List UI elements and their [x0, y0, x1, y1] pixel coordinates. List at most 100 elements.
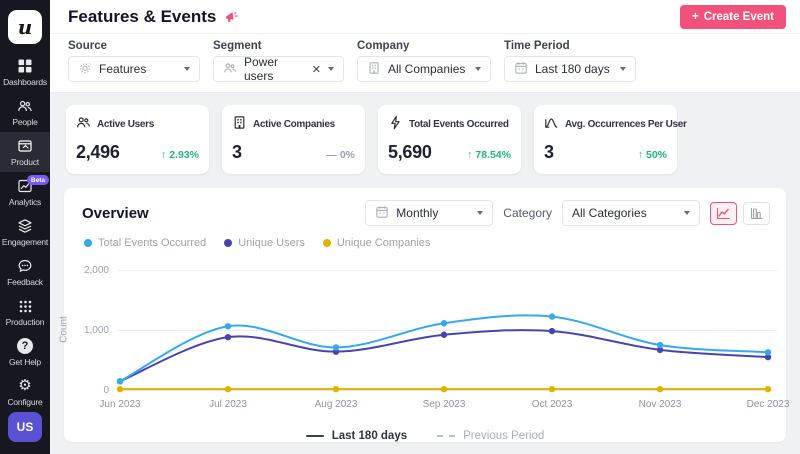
x-tick: Sep 2023	[423, 399, 466, 410]
calendar-icon	[375, 205, 389, 222]
main-content: Features & Events + Create Event Source …	[50, 0, 800, 454]
filter-time-period-label: Time Period	[504, 40, 636, 52]
legend-item-unique-users[interactable]: Unique Users	[224, 237, 305, 249]
chevron-down-icon	[477, 211, 483, 215]
configure-gear-icon: ⚙	[18, 378, 31, 394]
filter-segment: Segment Power users ✕	[213, 40, 344, 82]
legend-previous-period[interactable]: Previous Period	[437, 430, 544, 442]
clear-segment-icon[interactable]: ✕	[312, 63, 321, 76]
legend-item-total-events[interactable]: Total Events Occurred	[84, 237, 206, 249]
line-chart-toggle[interactable]	[710, 202, 737, 225]
sidebar-item-people[interactable]: People	[0, 92, 50, 132]
source-gear-icon	[78, 61, 92, 78]
user-avatar[interactable]: US	[8, 412, 42, 442]
legend-label: Previous Period	[463, 430, 544, 442]
legend-label: Total Events Occurred	[98, 237, 206, 249]
active-companies-icon	[232, 115, 247, 133]
kpi-label: Active Companies	[253, 119, 335, 130]
production-grid-icon	[18, 299, 33, 314]
sidebar-item-label: Feedback	[7, 277, 43, 287]
filter-segment-label: Segment	[213, 40, 344, 52]
kpi-label: Active Users	[97, 119, 154, 130]
dashed-line-icon	[437, 435, 455, 437]
chevron-down-icon	[620, 67, 626, 71]
kpi-label: Total Events Occurred	[409, 119, 509, 130]
solid-line-icon	[306, 435, 324, 437]
kpi-cards-row: Active Users 2,496 ↑2.93% Active Compani…	[50, 93, 800, 174]
sidebar-item-get-help[interactable]: ? Get Help	[0, 332, 50, 372]
kpi-card-active-companies: Active Companies 3 —0%	[222, 105, 365, 174]
sidebar-item-configure[interactable]: ⚙ Configure	[0, 372, 50, 412]
kpi-delta: ↑78.54%	[467, 149, 511, 161]
interval-dropdown[interactable]: Monthly	[365, 200, 493, 226]
sidebar-item-production[interactable]: Production	[0, 293, 50, 332]
sidebar-item-analytics[interactable]: Beta Analytics	[0, 172, 50, 212]
segment-value: Power users	[244, 55, 305, 83]
category-dropdown[interactable]: All Categories	[562, 200, 700, 226]
trend-flat-icon: —	[326, 149, 337, 161]
x-tick: Jul 2023	[209, 399, 247, 410]
segment-dropdown[interactable]: Power users ✕	[213, 56, 344, 82]
engagement-layers-icon	[17, 218, 33, 234]
legend-label: Unique Users	[238, 237, 305, 249]
bar-chart-toggle[interactable]	[743, 202, 770, 225]
category-label: Category	[503, 206, 552, 220]
people-icon	[17, 98, 33, 114]
legend-label: Last 180 days	[332, 430, 407, 442]
company-value: All Companies	[388, 62, 465, 76]
sidebar-item-label: People	[12, 117, 37, 127]
y-tick: 0	[65, 385, 109, 396]
company-building-icon	[367, 61, 381, 78]
x-tick: Aug 2023	[315, 399, 358, 410]
kpi-card-avg-occurrences: Avg. Occurrences Per User 3 ↑50%	[534, 105, 677, 174]
kpi-value: 2,496	[76, 142, 120, 163]
plus-icon: +	[692, 11, 699, 23]
filter-company: Company All Companies	[357, 40, 491, 82]
kpi-delta: ↑2.93%	[161, 149, 199, 161]
time-period-dropdown[interactable]: Last 180 days	[504, 56, 636, 82]
page-title: Features & Events	[68, 7, 216, 27]
sidebar-item-engagement[interactable]: Engagement	[0, 212, 50, 252]
y-tick: 1,000	[65, 325, 109, 336]
product-icon	[17, 138, 33, 154]
filter-source: Source Features	[68, 40, 200, 82]
kpi-delta: ↑50%	[638, 149, 667, 161]
filter-company-label: Company	[357, 40, 491, 52]
chevron-down-icon	[184, 67, 190, 71]
series-legend: Total Events Occurred Unique Users Uniqu…	[84, 237, 770, 249]
sidebar: u Dashboards People Product Beta Analyt	[0, 0, 50, 454]
sidebar-item-label: Dashboards	[3, 77, 47, 87]
segment-people-icon	[223, 61, 237, 78]
interval-value: Monthly	[396, 206, 438, 220]
period-legend: Last 180 days Previous Period	[80, 430, 770, 442]
trend-up-icon: ↑	[161, 149, 166, 161]
sidebar-item-label: Product	[11, 157, 39, 167]
kpi-label: Avg. Occurrences Per User	[565, 119, 687, 130]
create-event-button[interactable]: + Create Event	[680, 5, 786, 29]
help-question-icon: ?	[17, 338, 33, 354]
y-tick: 2,000	[65, 265, 109, 276]
sidebar-item-label: Analytics	[9, 197, 41, 207]
legend-item-unique-companies[interactable]: Unique Companies	[323, 237, 431, 249]
company-dropdown[interactable]: All Companies	[357, 56, 491, 82]
sidebar-item-label: Production	[6, 317, 45, 327]
line-chart-plot-area[interactable]: Count 2,000 1,000 0	[117, 270, 777, 391]
sidebar-item-dashboards[interactable]: Dashboards	[0, 52, 50, 92]
kpi-card-active-users: Active Users 2,496 ↑2.93%	[66, 105, 209, 174]
sidebar-item-product[interactable]: Product	[0, 132, 50, 172]
userpilot-logo[interactable]: u	[8, 10, 42, 44]
megaphone-icon	[224, 9, 241, 25]
filter-time-period: Time Period Last 180 days	[504, 40, 636, 82]
x-axis: Jun 2023 Jul 2023 Aug 2023 Sep 2023 Oct …	[117, 399, 777, 413]
beta-badge: Beta	[27, 175, 49, 185]
sidebar-item-feedback[interactable]: Feedback	[0, 252, 50, 292]
x-tick: Nov 2023	[639, 399, 682, 410]
kpi-value: 5,690	[388, 142, 432, 163]
chart-series-svg	[117, 270, 777, 391]
sidebar-item-label: Engagement	[2, 237, 48, 247]
sidebar-item-label: Get Help	[9, 357, 41, 367]
kpi-card-total-events: Total Events Occurred 5,690 ↑78.54%	[378, 105, 521, 174]
x-tick: Jun 2023	[99, 399, 140, 410]
source-dropdown[interactable]: Features	[68, 56, 200, 82]
legend-current-period[interactable]: Last 180 days	[306, 430, 407, 442]
